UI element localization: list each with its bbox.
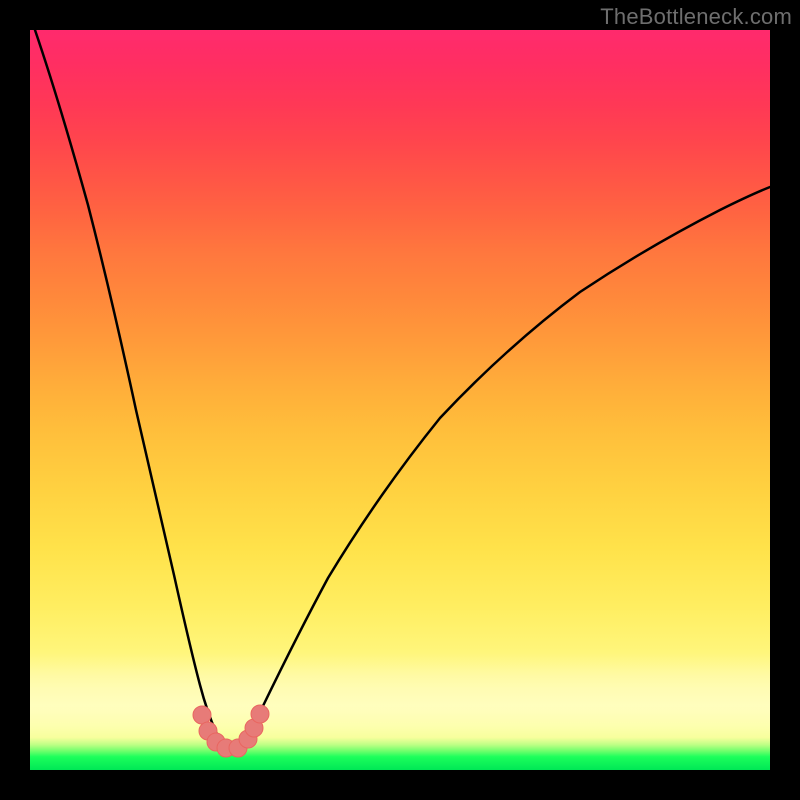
left-branch-curve — [35, 30, 228, 748]
watermark-text: TheBottleneck.com — [600, 4, 792, 30]
trough-marker-group — [193, 705, 269, 757]
chart-frame: TheBottleneck.com — [0, 0, 800, 800]
curve-layer — [30, 30, 770, 770]
trough-marker — [193, 706, 211, 724]
right-branch-curve — [236, 187, 770, 748]
trough-marker — [251, 705, 269, 723]
